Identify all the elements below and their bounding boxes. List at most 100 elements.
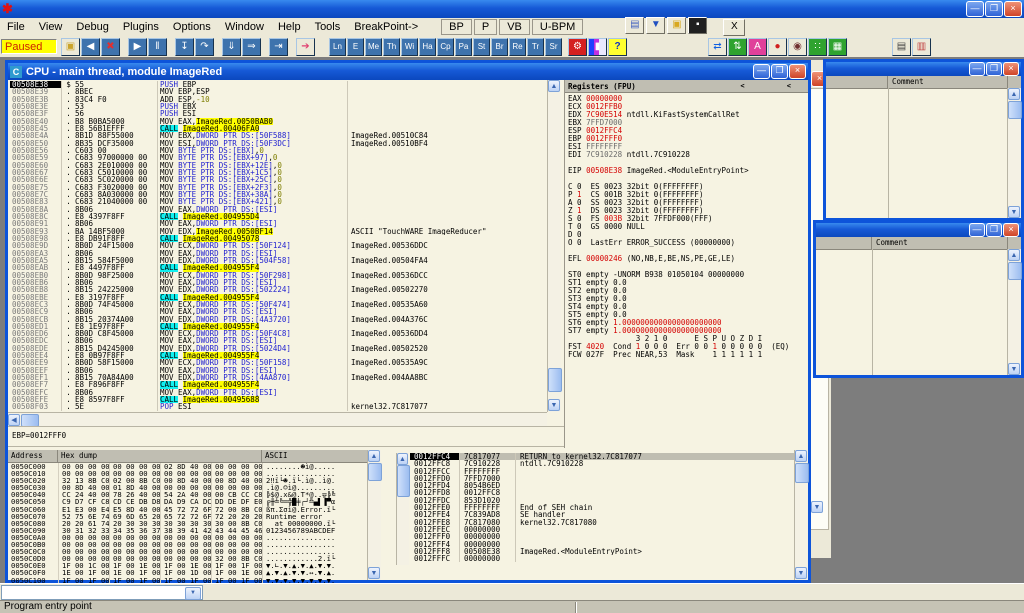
stack-pane[interactable]: 0012FFC47C817077RETURN to kernel32.7C817… — [410, 450, 808, 580]
aux-vscroll-thumb[interactable] — [397, 465, 410, 497]
disasm-row[interactable]: 00508EFE.E8 8597F8FFCALL ImageRed.004956… — [10, 396, 546, 403]
dump-row[interactable]: 0050C040CC 24 40 0078 26 40 0054 2A 40 0… — [8, 491, 380, 498]
vscroll-thumb[interactable] — [1008, 101, 1022, 119]
disasm-row[interactable]: 00508E9D.8B0D 24F15000MOV ECX,DWORD PTR … — [10, 242, 546, 249]
stack-row[interactable]: 0012FFE47C839AD8SE handler — [410, 511, 795, 518]
disasm-row[interactable]: 00508EDE.8B15 D4245000MOV EDX,DWORD PTR … — [10, 345, 546, 352]
toolbar-letter-sr[interactable]: Sr — [545, 38, 562, 56]
scroll-up-icon[interactable]: ▲ — [1008, 88, 1020, 100]
disasm-row[interactable]: 00508EF1.8B15 70A84A00MOV EDX,DWORD PTR … — [10, 374, 546, 381]
disasm-row[interactable]: 00508E91.8B06MOV EAX,DWORD PTR DS:[ESI] — [10, 220, 546, 227]
disasm-row[interactable]: 00508EB8.8B15 24225000MOV EDX,DWORD PTR … — [10, 286, 546, 293]
run-icon[interactable]: ▶ — [128, 38, 147, 56]
disasm-row[interactable]: 00508F03.5EPOP ESIkernel32.7C817077 — [10, 403, 546, 410]
book-icon[interactable]: ▼ — [646, 17, 665, 34]
plugin-close-button[interactable]: X — [723, 19, 745, 36]
menu-item-debug[interactable]: Debug — [69, 19, 115, 35]
scroll-up-icon[interactable]: ▲ — [1008, 249, 1020, 261]
disasm-row[interactable]: 00508EF7.E8 F896F8FFCALL ImageRed.004955… — [10, 381, 546, 388]
toolbar-letter-ha[interactable]: Ha — [419, 38, 436, 56]
toolbar-letter-me[interactable]: Me — [365, 38, 382, 56]
disasm-row[interactable]: 00508EEF.8B06MOV EAX,DWORD PTR DS:[ESI] — [10, 367, 546, 374]
cpu-minimize-button[interactable]: — — [753, 64, 770, 79]
stack-row[interactable]: 0012FFD48054B6ED — [410, 482, 795, 489]
menu-item-plugins[interactable]: Plugins — [116, 19, 166, 35]
disasm-row[interactable]: 00508E8A.8B06MOV EAX,DWORD PTR DS:[ESI] — [10, 206, 546, 213]
menu-button-vb[interactable]: VB — [499, 19, 530, 35]
menu-button-u-bpm[interactable]: U-BPM — [532, 19, 583, 35]
stack-row[interactable]: 0012FFE0FFFFFFFFEnd of SEH chain — [410, 504, 795, 511]
disasm-row[interactable]: 00508E50.8B35 DCF35000MOV ESI,DWORD PTR … — [10, 140, 546, 147]
toolbar-letter-br[interactable]: Br — [491, 38, 508, 56]
menu-item-options[interactable]: Options — [166, 19, 218, 35]
dump-row[interactable]: 0050C0C000 00 00 0000 00 00 0000 00 00 0… — [8, 548, 380, 555]
stack-row[interactable]: 0012FFF000000000 — [410, 533, 795, 540]
disasm-row[interactable]: 00508E8C.E8 4397F8FFCALL ImageRed.004955… — [10, 213, 546, 220]
disasm-row[interactable]: 00508EC9.8B06MOV EAX,DWORD PTR DS:[ESI] — [10, 308, 546, 315]
disasm-row[interactable]: 00508E3F.56PUSH ESI — [10, 110, 546, 117]
register-line[interactable]: EDI 7C910228 ntdll.7C910228 — [568, 151, 808, 159]
disasm-row[interactable]: 00508EFC.8B06MOV EAX,DWORD PTR DS:[ESI] — [10, 389, 546, 396]
scroll-down-icon[interactable]: ▼ — [795, 567, 807, 579]
disasm-vscroll-thumb[interactable] — [548, 368, 562, 392]
animate-over-icon[interactable]: ⇒ — [242, 38, 261, 56]
scroll-down-icon[interactable]: ▼ — [1008, 363, 1020, 375]
disasm-row[interactable]: 00508EA3.8B06MOV EAX,DWORD PTR DS:[ESI] — [10, 250, 546, 257]
close-button[interactable]: × — [1003, 62, 1019, 76]
restore-button[interactable]: ❐ — [986, 223, 1002, 237]
disasm-row[interactable]: 00508E93.BA 14BF5000MOV EDX,ImageRed.005… — [10, 228, 546, 235]
dump-row[interactable]: 0050C0F01E 00 1F 001E 00 1F 001F 00 1D 0… — [8, 569, 380, 576]
dump-row[interactable]: 0050C03000 8D 40 0001 8D 40 0000 00 00 0… — [8, 484, 380, 491]
toolbar-letter-cp[interactable]: Cp — [437, 38, 454, 56]
green-999-icon[interactable]: ∷ — [808, 38, 827, 56]
disasm-row[interactable]: 00508E59.C683 97000000 00MOV BYTE PTR DS… — [10, 154, 546, 161]
dump-vscroll-thumb[interactable] — [368, 463, 382, 481]
disasm-row[interactable]: 00508E60.C683 2E010000 00MOV BYTE PTR DS… — [10, 162, 546, 169]
scroll-down-icon[interactable]: ▼ — [548, 399, 560, 411]
disasm-row[interactable]: 00508E56.C603 00MOV BYTE PTR DS:[EBX],0 — [10, 147, 546, 154]
disasm-row[interactable]: 00508ECB.8B15 20374A00MOV EDX,DWORD PTR … — [10, 316, 546, 323]
menu-item-tools[interactable]: Tools — [308, 19, 348, 35]
register-line[interactable]: O 0 LastErr ERROR_SUCCESS (00000000) — [568, 239, 808, 247]
register-line[interactable]: EFL 00000246 (NO,NB,E,BE,NS,PE,GE,LE) — [568, 255, 808, 263]
red-dot-icon[interactable]: ● — [768, 38, 787, 56]
dump-row[interactable]: 0050C060E1 E3 00 E4E5 8D 40 0045 72 72 6… — [8, 506, 380, 513]
menu-button-bp[interactable]: BP — [441, 19, 472, 35]
menu-item-breakpoint[interactable]: BreakPoint-> — [347, 19, 425, 35]
menu-item-help[interactable]: Help — [271, 19, 308, 35]
disasm-row[interactable]: 00508EDC.8B06MOV EAX,DWORD PTR DS:[ESI] — [10, 337, 546, 344]
disasm-row[interactable]: 00508ED6.8B0D C8F45000MOV ECX,DWORD PTR … — [10, 330, 546, 337]
stack-row[interactable]: 0012FFC87C910228ntdll.7C910228 — [410, 460, 795, 467]
disasm-row[interactable]: 00508EAB.E8 4497F8FFCALL ImageRed.004955… — [10, 264, 546, 271]
disasm-row[interactable]: 00508E39.8BECMOV EBP,ESP — [10, 88, 546, 95]
vscroll-thumb[interactable] — [1008, 262, 1022, 280]
disasm-row[interactable]: 00508E83.C683 21040000 00MOV BYTE PTR DS… — [10, 198, 546, 205]
step-over-icon[interactable]: ↷ — [195, 38, 214, 56]
cpu-restore-button[interactable]: ❐ — [771, 64, 788, 79]
disasm-row[interactable]: 00508ED1.E8 1E97F8FFCALL ImageRed.004955… — [10, 323, 546, 330]
disasm-row[interactable]: 00508E3E.53PUSH EBX — [10, 103, 546, 110]
scroll-up-icon[interactable]: ▲ — [397, 453, 408, 465]
restore-button[interactable]: ❐ — [986, 62, 1002, 76]
updown-green-icon[interactable]: ⇅ — [728, 38, 747, 56]
pause-icon[interactable]: ‖ — [148, 38, 167, 56]
toolbar-letter-wi[interactable]: Wi — [401, 38, 418, 56]
comment-window-2-vscrollbar[interactable]: ▲ ▼ — [1007, 249, 1021, 375]
minimize-button[interactable]: — — [966, 1, 984, 17]
scroll-down-icon[interactable]: ▼ — [1008, 206, 1020, 218]
cpu-titlebar[interactable]: C CPU - main thread, module ImageRed —❐× — [8, 63, 808, 80]
toolbar-letter-ln[interactable]: Ln — [329, 38, 346, 56]
disasm-row[interactable]: 00508EB6.8B06MOV EAX,DWORD PTR DS:[ESI] — [10, 279, 546, 286]
menu-item-window[interactable]: Window — [218, 19, 271, 35]
list-doc-icon[interactable]: ▤ — [892, 38, 911, 56]
folder-icon[interactable]: ▣ — [667, 17, 686, 34]
disasm-row[interactable]: 00508EA5.8B15 584F5000MOV EDX,DWORD PTR … — [10, 257, 546, 264]
toolbar-letter-pa[interactable]: Pa — [455, 38, 472, 56]
stack-row[interactable]: 0012FFFC00000000 — [410, 555, 795, 562]
rainbow-icon[interactable]: ▮ — [588, 38, 607, 56]
disasm-row[interactable]: 00508EC3.8B0D 74F45000MOV ECX,DWORD PTR … — [10, 301, 546, 308]
dump-row[interactable]: 0050C09030 31 32 3334 35 36 3738 39 41 4… — [8, 527, 380, 534]
open-file-icon[interactable]: ▣ — [61, 38, 80, 56]
registers-pane[interactable]: Registers (FPU) < < EAX 00000000ECX 0012… — [564, 80, 808, 448]
scroll-down-icon[interactable]: ▼ — [368, 567, 380, 579]
